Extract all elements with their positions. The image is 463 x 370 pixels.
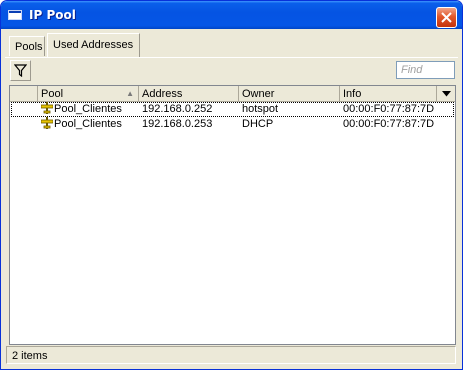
window-icon <box>8 10 22 20</box>
tab-pools-label: Pools <box>15 41 43 53</box>
close-icon <box>441 12 452 23</box>
close-button[interactable] <box>436 7 457 28</box>
tab-pools[interactable]: Pools <box>9 36 45 56</box>
column-header-info[interactable]: Info <box>340 86 437 102</box>
cell-address: 192.168.0.253 <box>142 118 213 130</box>
pool-icon <box>41 117 53 129</box>
cell-owner: hotspot <box>242 103 279 115</box>
sort-ascending-icon: ▲ <box>126 89 134 98</box>
tab-used-addresses-label: Used Addresses <box>53 39 134 51</box>
chevron-down-icon <box>442 91 451 97</box>
column-menu-button[interactable] <box>437 86 455 102</box>
header-spacer <box>10 86 38 102</box>
table-header: Pool ▲ Address Owner Info <box>10 86 455 102</box>
tab-panel-border <box>5 57 458 58</box>
table-row[interactable]: Pool_Clientes 192.168.0.252 hotspot 00:0… <box>10 102 455 117</box>
ip-pool-window: IP Pool Pools Used Addresses Pool ▲ <box>0 0 463 370</box>
cell-address: 192.168.0.252 <box>142 103 213 115</box>
filter-icon <box>14 64 27 77</box>
tab-used-addresses[interactable]: Used Addresses <box>47 33 140 57</box>
title-bar[interactable]: IP Pool <box>1 1 462 29</box>
cell-info: 00:00:F0:77:87:7D <box>343 118 435 130</box>
cell-pool: Pool_Clientes <box>38 117 139 132</box>
column-header-owner[interactable]: Owner <box>239 86 340 102</box>
filter-button[interactable] <box>10 60 31 81</box>
find-input[interactable] <box>396 61 455 79</box>
pool-icon <box>41 102 53 114</box>
table-row[interactable]: Pool_Clientes 192.168.0.253 DHCP 00:00:F… <box>10 117 455 132</box>
used-addresses-table: Pool ▲ Address Owner Info Pool_Clientes … <box>9 85 456 345</box>
cell-pool: Pool_Clientes <box>38 102 139 117</box>
cell-info: 00:00:F0:77:87:7D <box>343 103 435 115</box>
item-count: 2 items <box>12 350 48 362</box>
column-header-pool[interactable]: Pool ▲ <box>38 86 139 102</box>
cell-owner: DHCP <box>242 118 274 130</box>
window-title: IP Pool <box>29 8 76 22</box>
status-bar: 2 items <box>6 346 456 364</box>
column-header-address[interactable]: Address <box>139 86 239 102</box>
